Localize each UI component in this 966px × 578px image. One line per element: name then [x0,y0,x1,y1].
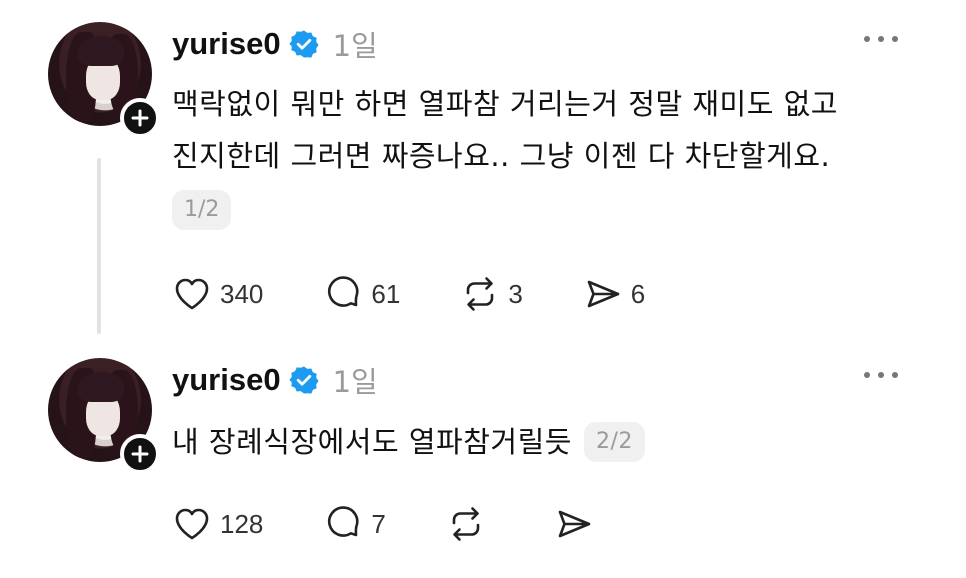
post-actions: 128 7 [172,504,602,544]
post-header: yurise0 1일 [172,22,378,66]
post-actions: 340 61 3 6 [172,274,645,314]
comment-count: 7 [371,508,386,539]
thread-post-1: yurise0 1일 맥락없이 뭐만 하면 열파참 거리는거 정말 재미도 없고… [0,22,966,332]
share-button[interactable]: 6 [583,274,645,314]
share-count: 6 [630,278,646,309]
post-time: 1일 [332,29,378,63]
comment-button[interactable]: 7 [323,504,386,544]
share-button[interactable] [554,504,602,544]
more-options-icon[interactable] [864,368,898,382]
repost-icon [467,277,494,311]
follow-button[interactable] [120,98,160,138]
repost-icon [452,507,480,541]
verified-badge-icon [288,366,319,394]
share-icon [587,280,620,308]
like-count: 128 [220,508,264,539]
repost-button[interactable] [446,504,494,544]
like-count: 340 [220,278,264,309]
avatar-bangs [78,36,124,66]
repost-count: 3 [508,278,523,309]
post-text-line-2: 진지한데 그러면 짜증나요.. 그냥 이젠 다 차단할게요. [172,139,831,173]
heart-icon [175,508,209,540]
like-button[interactable]: 128 [172,504,263,544]
verified-badge-icon [288,30,319,58]
thread-post-2: yurise0 1일 내 장례식장에서도 열파참거릴듯 2/2 128 7 [0,358,966,558]
comment-count: 61 [371,278,401,309]
username[interactable]: yurise0 [172,26,281,62]
comment-icon [328,506,359,537]
post-header: yurise0 1일 [172,358,378,402]
post-text-line-1: 맥락없이 뭐만 하면 열파참 거리는거 정말 재미도 없고 [172,87,838,121]
post-text: 내 장례식장에서도 열파참거릴듯 2/2 [172,416,645,468]
repost-button[interactable]: 3 [460,274,523,314]
username[interactable]: yurise0 [172,362,281,398]
avatar-bangs [78,372,124,402]
follow-button[interactable] [120,434,160,474]
thread-page-indicator: 2/2 [583,422,645,462]
author-avatar-wrapper[interactable] [48,358,160,474]
heart-icon [175,278,209,310]
post-text-line-1: 내 장례식장에서도 열파참거릴듯 [172,425,572,459]
share-icon [558,510,591,538]
more-options-icon[interactable] [864,32,898,46]
like-button[interactable]: 340 [172,274,263,314]
thread-page-indicator: 1/2 [172,190,232,230]
plus-icon [131,109,149,127]
comment-icon [328,276,359,307]
author-avatar-wrapper[interactable] [48,22,160,138]
post-text: 맥락없이 뭐만 하면 열파참 거리는거 정말 재미도 없고 진지한데 그러면 짜… [172,78,838,182]
post-time: 1일 [332,365,378,399]
comment-button[interactable]: 61 [323,274,400,314]
plus-icon [131,445,149,463]
